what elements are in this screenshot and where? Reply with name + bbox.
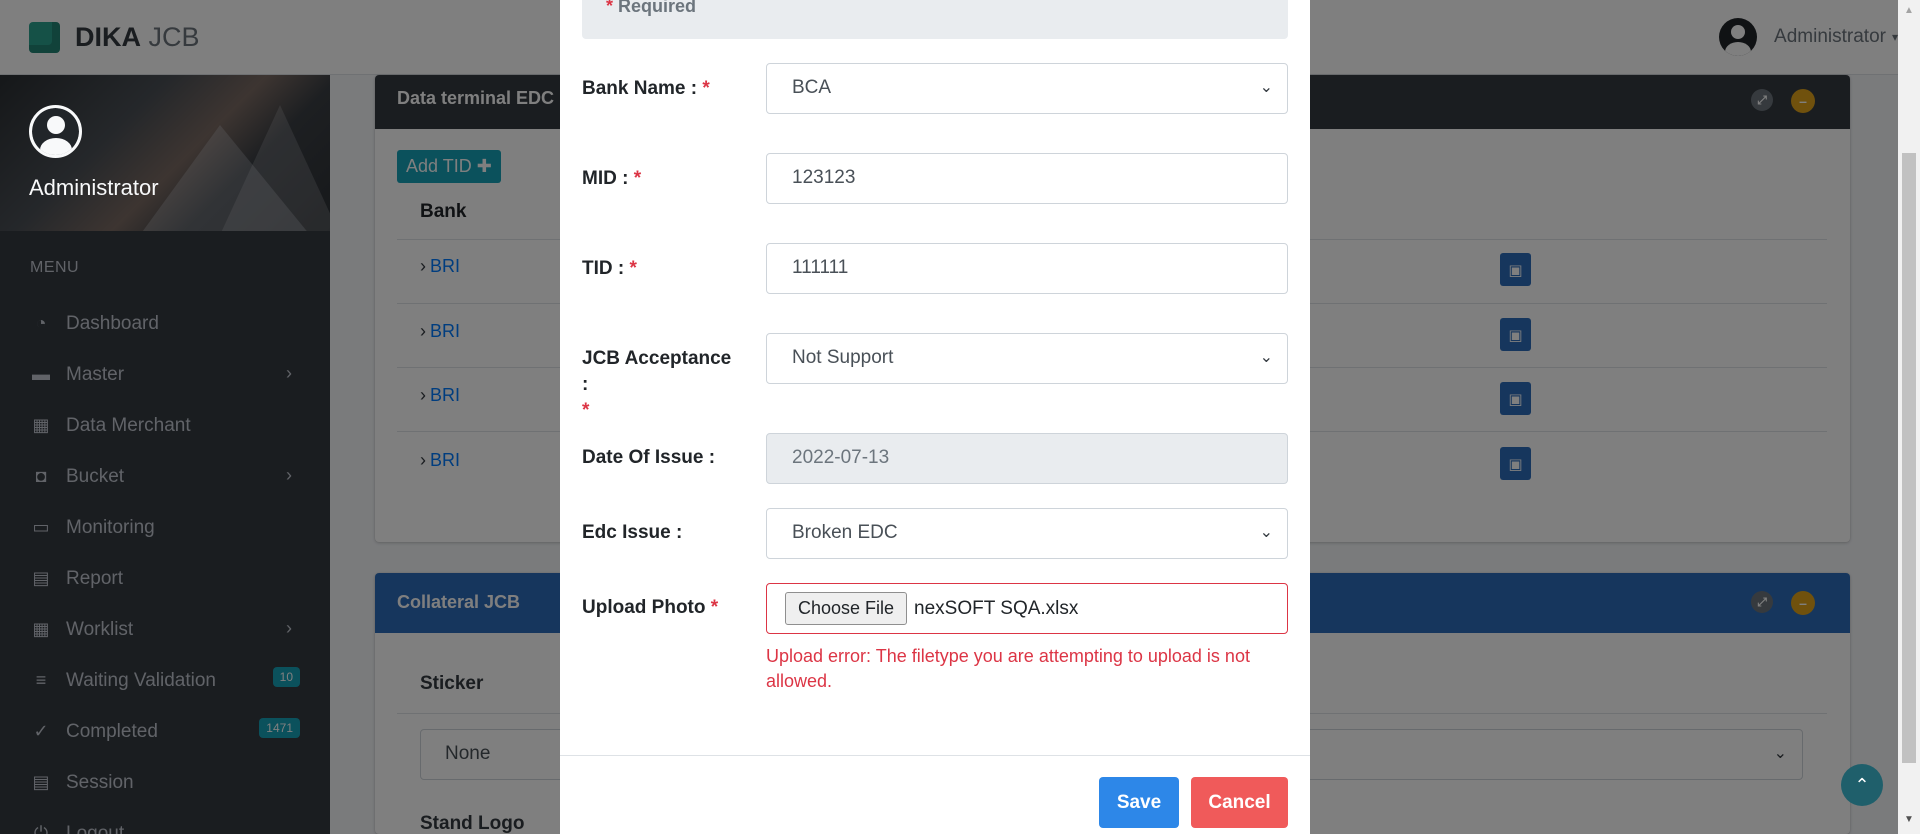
tid-label: TID : *	[582, 258, 637, 279]
selected-file-name: nexSOFT SQA.xlsx	[914, 597, 1079, 619]
scroll-up-arrow-icon[interactable]: ▲	[1904, 5, 1914, 16]
chevron-down-icon: ⌄	[1259, 79, 1273, 96]
chevron-down-icon: ⌄	[1259, 349, 1273, 366]
tid-input[interactable]: 111111	[766, 243, 1288, 294]
sidebar-user-name[interactable]: Administrator	[29, 175, 159, 201]
page-scrollbar[interactable]: ▲ ▼	[1898, 0, 1920, 834]
edit-terminal-modal: * Required Bank Name : * BCA ⌄ MID : * 1…	[560, 0, 1310, 834]
edc-issue-label: Edc Issue :	[582, 522, 683, 543]
cancel-button[interactable]: Cancel	[1191, 777, 1288, 828]
user-avatar-icon	[29, 105, 82, 158]
bank-name-select[interactable]: BCA ⌄	[766, 63, 1288, 114]
mid-label: MID : *	[582, 168, 642, 189]
mid-input[interactable]: 123123	[766, 153, 1288, 204]
bank-name-value: BCA	[792, 77, 832, 98]
edc-issue-value: Broken EDC	[792, 522, 898, 543]
jcb-acceptance-select[interactable]: Not Support ⌄	[766, 333, 1288, 384]
scroll-down-arrow-icon[interactable]: ▼	[1904, 814, 1914, 825]
edc-issue-select[interactable]: Broken EDC ⌄	[766, 508, 1288, 559]
save-button[interactable]: Save	[1099, 777, 1179, 828]
jcb-acceptance-label: JCB Acceptance : *	[582, 348, 732, 421]
required-note: * Required	[606, 0, 697, 16]
mid-value: 123123	[792, 167, 856, 188]
chevron-up-icon: ⌃	[1854, 774, 1870, 795]
tid-value: 111111	[792, 257, 849, 278]
back-to-top-button[interactable]: ⌃	[1841, 764, 1883, 806]
date-of-issue-value: 2022-07-13	[792, 447, 890, 468]
upload-photo-input[interactable]: Choose File nexSOFT SQA.xlsx	[766, 583, 1288, 634]
jcb-acceptance-value: Not Support	[792, 347, 894, 368]
bank-name-label: Bank Name : *	[582, 78, 710, 99]
upload-error-message: Upload error: The filetype you are attem…	[766, 646, 1250, 691]
date-of-issue-input: 2022-07-13	[766, 433, 1288, 484]
required-note-box: * Required	[582, 0, 1288, 39]
modal-footer-divider	[560, 755, 1310, 756]
date-of-issue-label: Date Of Issue :	[582, 447, 716, 468]
upload-photo-label: Upload Photo *	[582, 597, 719, 618]
choose-file-button[interactable]: Choose File	[785, 592, 908, 625]
chevron-down-icon: ⌄	[1259, 524, 1273, 541]
scrollbar-thumb[interactable]	[1902, 153, 1916, 763]
